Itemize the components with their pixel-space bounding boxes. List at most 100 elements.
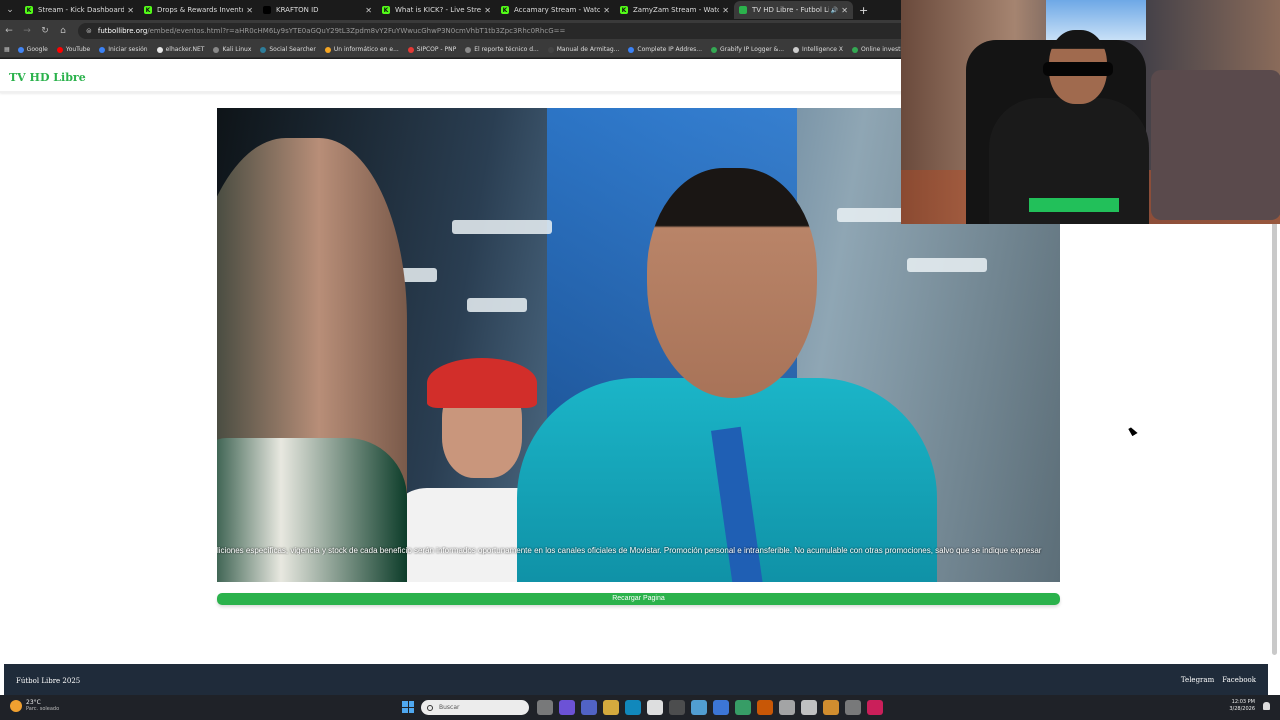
bookmark-favicon-icon (213, 46, 220, 53)
taskbar-app-icon[interactable] (647, 700, 663, 715)
taskbar-app-icon[interactable] (845, 700, 861, 715)
browser-tab[interactable]: KRAFTON ID ✕ (258, 1, 377, 19)
tab-search-icon[interactable]: ⌄ (0, 0, 20, 20)
bookmark-label: Manual de Armitag... (556, 46, 620, 53)
tab-close-icon[interactable]: ✕ (365, 6, 372, 15)
bookmark-item[interactable]: El reporte técnico d... (465, 46, 539, 53)
bookmark-item[interactable]: YouTube (56, 46, 90, 53)
tab-title: TV HD Libre - Futbol Libre (752, 6, 829, 14)
site-footer: Fútbol Libre 2025 Telegram Facebook (4, 664, 1268, 695)
bookmark-item[interactable]: SIPCOP - PNP (407, 46, 456, 53)
bookmark-favicon-icon (793, 46, 800, 53)
bookmark-item[interactable]: elhacker.NET (156, 46, 205, 53)
browser-tab[interactable]: K Drops & Rewards Inventory - K✕ (139, 1, 258, 19)
browser-tab[interactable]: K ZamyZam Stream - Watch Live✕ (615, 1, 734, 19)
notification-icon[interactable] (1263, 702, 1270, 710)
reload-page-button[interactable]: Recargar Pagina (217, 593, 1060, 605)
footer-links: Telegram Facebook (1181, 676, 1256, 684)
taskbar-app-icon[interactable] (603, 700, 619, 715)
taskbar-app-icon[interactable] (735, 700, 751, 715)
tab-close-icon[interactable]: ✕ (127, 6, 134, 15)
taskbar-app-icon[interactable] (757, 700, 773, 715)
forward-icon[interactable]: → (18, 26, 36, 36)
tab-favicon-icon: K (501, 6, 509, 14)
taskbar-app-icon[interactable] (801, 700, 817, 715)
bookmark-item[interactable]: Intelligence X (793, 46, 843, 53)
tab-audio-icon[interactable]: 🔊 (831, 7, 838, 14)
bookmark-favicon-icon (407, 46, 414, 53)
bookmark-item[interactable]: Google (17, 46, 48, 53)
bookmark-label: elhacker.NET (165, 46, 205, 53)
bookmark-favicon-icon (56, 46, 63, 53)
taskbar-search-input[interactable]: Buscar (421, 700, 529, 715)
new-tab-icon[interactable]: + (859, 4, 868, 17)
webcam-overlay (901, 0, 1280, 224)
video-scene-cap (427, 358, 537, 408)
tab-title: Stream - Kick Dashboard (38, 6, 125, 14)
taskbar-app-icon[interactable] (669, 700, 685, 715)
site-brand[interactable]: TV HD Libre (9, 71, 86, 84)
taskbar-app-icon[interactable] (691, 700, 707, 715)
video-scene-light (907, 258, 987, 272)
webcam-sofa (1151, 70, 1280, 220)
bookmark-label: El reporte técnico d... (474, 46, 539, 53)
bookmark-item[interactable]: Manual de Armitag... (547, 46, 620, 53)
video-subtitle: liciones específicas, vigencia y stock d… (217, 546, 1042, 555)
clock[interactable]: 12:03 PM 3/28/2026 (1229, 699, 1255, 713)
bookmark-item[interactable]: Grabify IP Logger &... (711, 46, 784, 53)
tab-close-icon[interactable]: ✕ (246, 6, 253, 15)
clock-time: 12:03 PM (1231, 699, 1255, 705)
bookmark-label: Complete IP Addres... (637, 46, 703, 53)
tab-close-icon[interactable]: ✕ (603, 6, 610, 15)
footer-link-telegram[interactable]: Telegram (1181, 676, 1214, 684)
taskbar-app-icon[interactable] (823, 700, 839, 715)
bookmark-favicon-icon (156, 46, 163, 53)
bookmark-favicon-icon (851, 46, 858, 53)
bookmark-label: Intelligence X (802, 46, 843, 53)
search-icon (427, 704, 433, 711)
weather-icon (10, 699, 22, 712)
browser-tab[interactable]: K Stream - Kick Dashboard ✕ (20, 1, 139, 19)
home-icon[interactable]: ⌂ (54, 26, 72, 36)
weather-desc: Parc. soleado (26, 706, 60, 712)
taskbar: 23°C Parc. soleado Buscar 12:03 PM 3/28/… (0, 695, 1280, 720)
tab-close-icon[interactable]: ✕ (722, 6, 729, 15)
weather-widget[interactable]: 23°C Parc. soleado (10, 699, 59, 712)
bookmark-favicon-icon (711, 46, 718, 53)
reload-icon[interactable]: ↻ (36, 26, 54, 36)
taskbar-app-icon[interactable] (625, 700, 641, 715)
bookmark-item[interactable]: Iniciar sesión (99, 46, 148, 53)
bookmark-item[interactable]: Un informático en e... (324, 46, 399, 53)
back-icon[interactable]: ← (0, 26, 18, 36)
taskbar-app-icon[interactable] (537, 700, 553, 715)
browser-tab[interactable]: TV HD Libre - Futbol Libre🔊✕ (734, 1, 853, 19)
tab-favicon-icon: K (620, 6, 628, 14)
video-scene-light (467, 298, 527, 312)
bookmark-item[interactable]: Social Searcher (260, 46, 316, 53)
apps-icon[interactable]: ▦ (4, 46, 10, 53)
footer-link-facebook[interactable]: Facebook (1222, 676, 1256, 684)
site-info-icon[interactable]: ⊜ (86, 27, 92, 35)
windows-start-icon[interactable] (402, 701, 414, 713)
tab-favicon-icon: K (25, 6, 33, 14)
taskbar-app-icon[interactable] (581, 700, 597, 715)
bookmark-label: Google (26, 46, 48, 53)
video-scene-person (647, 168, 817, 398)
bookmark-item[interactable]: Kali Linux (213, 46, 251, 53)
bookmark-label: Kali Linux (222, 46, 252, 53)
browser-tab[interactable]: K What is KICK? - Live Stream & V✕ (377, 1, 496, 19)
page-scrollbar[interactable] (1272, 165, 1277, 655)
bookmark-item[interactable]: Complete IP Addres... (628, 46, 702, 53)
tab-title: Accamary Stream - Watch Live (514, 6, 601, 14)
taskbar-app-icon[interactable] (779, 700, 795, 715)
tab-title: KRAFTON ID (276, 6, 319, 14)
taskbar-app-icon[interactable] (713, 700, 729, 715)
tab-close-icon[interactable]: ✕ (484, 6, 491, 15)
bookmark-favicon-icon (628, 46, 635, 53)
taskbar-app-icon[interactable] (559, 700, 575, 715)
url-path: /embed/eventos.html?r=aHR0cHM6Ly9sYTE0aG… (147, 27, 566, 35)
footer-copyright: Fútbol Libre 2025 (16, 677, 81, 685)
taskbar-app-icon[interactable] (867, 700, 883, 715)
browser-tab[interactable]: K Accamary Stream - Watch Live✕ (496, 1, 615, 19)
tab-close-icon[interactable]: ✕ (841, 6, 848, 15)
